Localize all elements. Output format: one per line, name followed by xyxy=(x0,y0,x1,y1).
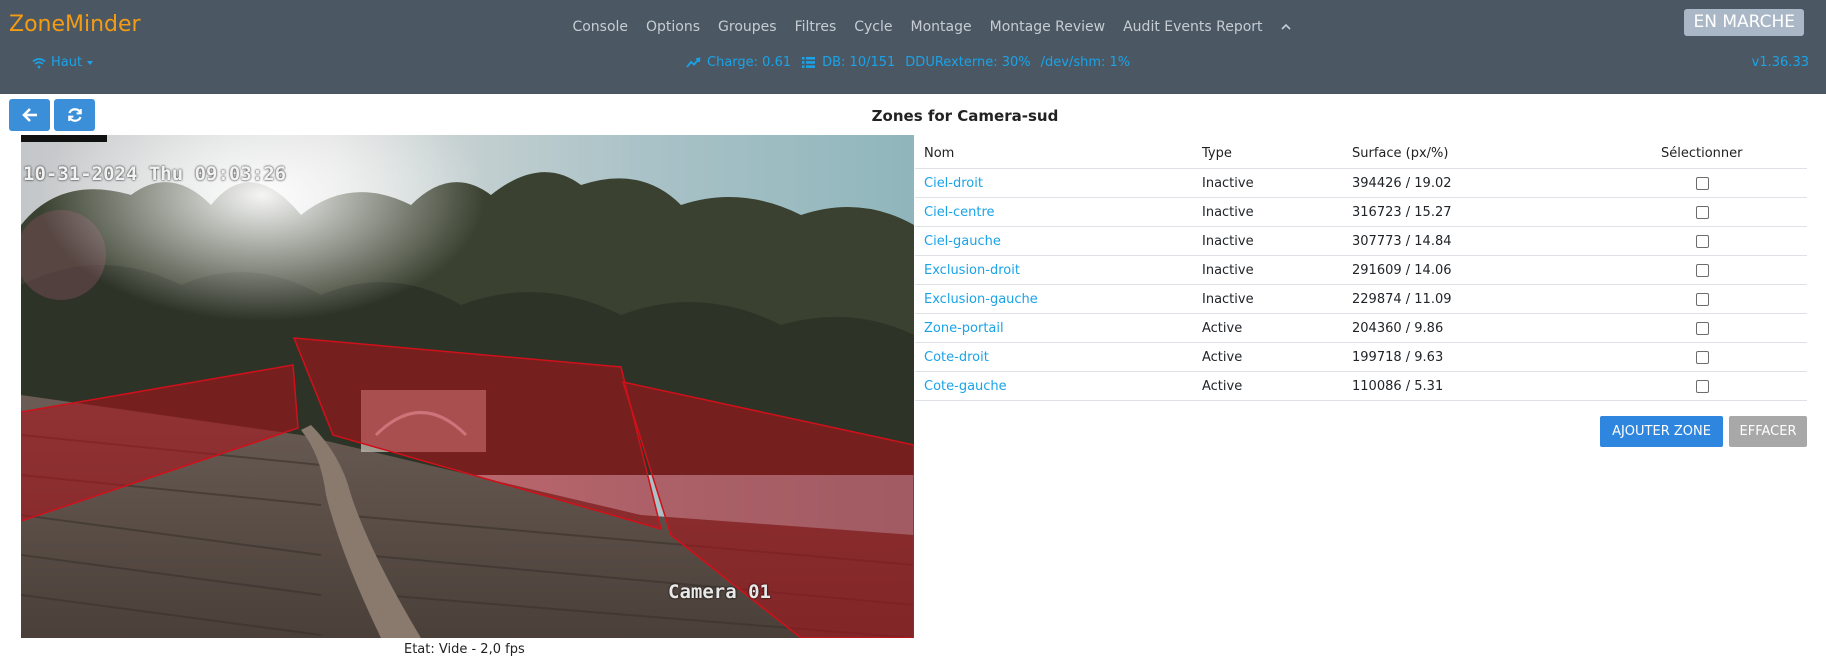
nav-montage-review[interactable]: Montage Review xyxy=(981,19,1115,35)
zone-type: Inactive xyxy=(1202,205,1254,220)
bandwidth-dropdown[interactable]: Haut xyxy=(32,55,94,70)
camera-name-overlay: Camera 01 xyxy=(668,581,771,603)
select-checkbox[interactable] xyxy=(1696,177,1709,190)
zone-link[interactable]: Zone-portail xyxy=(924,321,1004,336)
zone-type: Active xyxy=(1202,379,1243,394)
zone-area: 307773 / 14.84 xyxy=(1352,234,1452,249)
shm-value: /dev/shm: 1% xyxy=(1040,55,1131,70)
select-checkbox[interactable] xyxy=(1696,380,1709,393)
add-zone-button[interactable]: AJOUTER ZONE xyxy=(1600,416,1723,447)
zone-area: 229874 / 11.09 xyxy=(1352,292,1452,307)
disk-stat: DDURexterne: 30% xyxy=(905,55,1030,70)
zone-type: Inactive xyxy=(1202,176,1254,191)
table-row: Zone-portail Active 204360 / 9.86 xyxy=(915,314,1807,343)
select-checkbox[interactable] xyxy=(1696,293,1709,306)
wifi-icon xyxy=(32,57,46,68)
status-bar: Haut Charge: 0.61 DB: 10/151 DDURexterne… xyxy=(0,55,1826,77)
zones-table: Nom Type Surface (px/%) Sélectionner Cie… xyxy=(915,142,1807,401)
nav-groupes[interactable]: Groupes xyxy=(709,19,786,35)
chevron-up-icon[interactable] xyxy=(1272,20,1291,36)
camera-timestamp: 10-31-2024 Thu 09:03:26 xyxy=(23,163,287,185)
nav-cycle[interactable]: Cycle xyxy=(845,19,901,35)
zone-area: 199718 / 9.63 xyxy=(1352,350,1444,365)
nav-audit-events-report[interactable]: Audit Events Report xyxy=(1114,19,1271,35)
select-checkbox[interactable] xyxy=(1696,235,1709,248)
table-row: Ciel-gauche Inactive 307773 / 14.84 xyxy=(915,227,1807,256)
header-name[interactable]: Nom xyxy=(924,146,954,161)
run-state-button[interactable]: EN MARCHE xyxy=(1684,9,1804,36)
database-icon xyxy=(802,57,816,68)
zone-link[interactable]: Ciel-droit xyxy=(924,176,983,191)
header-area[interactable]: Surface (px/%) xyxy=(1352,146,1448,161)
load-value: Charge: 0.61 xyxy=(707,55,792,70)
select-checkbox[interactable] xyxy=(1696,206,1709,219)
select-checkbox[interactable] xyxy=(1696,351,1709,364)
zone-link[interactable]: Cote-droit xyxy=(924,350,989,365)
system-stats: Charge: 0.61 DB: 10/151 DDURexterne: 30%… xyxy=(686,55,1130,70)
zone-type: Inactive xyxy=(1202,263,1254,278)
zone-area: 204360 / 9.86 xyxy=(1352,321,1444,336)
db-stat: DB: 10/151 xyxy=(801,55,895,70)
table-row: Exclusion-droit Inactive 291609 / 14.06 xyxy=(915,256,1807,285)
nav-filtres[interactable]: Filtres xyxy=(786,19,846,35)
zone-type: Active xyxy=(1202,350,1243,365)
nav-options[interactable]: Options xyxy=(637,19,709,35)
table-row: Exclusion-gauche Inactive 229874 / 11.09 xyxy=(915,285,1807,314)
top-navbar: ZoneMinder Console Options Groupes Filtr… xyxy=(0,0,1826,94)
caret-down-icon xyxy=(87,60,94,65)
zone-type: Inactive xyxy=(1202,234,1254,249)
shm-stat: /dev/shm: 1% xyxy=(1041,55,1131,70)
header-type[interactable]: Type xyxy=(1202,146,1232,161)
camera-image[interactable]: 10-31-2024 Thu 09:03:26 Camera 01 xyxy=(21,135,914,638)
clear-button[interactable]: EFFACER xyxy=(1729,416,1807,447)
table-row: Cote-gauche Active 110086 / 5.31 xyxy=(915,372,1807,401)
version-label[interactable]: v1.36.33 xyxy=(1752,55,1809,70)
main-nav: Console Options Groupes Filtres Cycle Mo… xyxy=(0,16,1826,35)
zone-area: 291609 / 14.06 xyxy=(1352,263,1452,278)
select-checkbox[interactable] xyxy=(1696,322,1709,335)
zone-link[interactable]: Cote-gauche xyxy=(924,379,1007,394)
table-row: Ciel-centre Inactive 316723 / 15.27 xyxy=(915,198,1807,227)
zone-type: Inactive xyxy=(1202,292,1254,307)
disk-value: DDURexterne: 30% xyxy=(905,55,1031,70)
zone-link[interactable]: Exclusion-gauche xyxy=(924,292,1038,307)
bandwidth-label: Haut xyxy=(51,55,83,70)
db-value: DB: 10/151 xyxy=(822,55,896,70)
table-header: Nom Type Surface (px/%) Sélectionner xyxy=(915,142,1807,169)
page-title: Zones for Camera-sud xyxy=(871,107,1059,125)
osd-strip xyxy=(21,135,107,142)
load-stat: Charge: 0.61 xyxy=(686,55,791,70)
table-row: Ciel-droit Inactive 394426 / 19.02 xyxy=(915,169,1807,198)
header-select: Sélectionner xyxy=(1661,146,1743,161)
camera-status: Etat: Vide - 2,0 fps xyxy=(404,642,525,657)
camera-frame xyxy=(21,135,914,638)
zone-link[interactable]: Ciel-centre xyxy=(924,205,995,220)
table-row: Cote-droit Active 199718 / 9.63 xyxy=(915,343,1807,372)
select-checkbox[interactable] xyxy=(1696,264,1709,277)
zone-area: 316723 / 15.27 xyxy=(1352,205,1452,220)
nav-console[interactable]: Console xyxy=(563,19,637,35)
zone-area: 394426 / 19.02 xyxy=(1352,176,1452,191)
zone-type: Active xyxy=(1202,321,1243,336)
zone-link[interactable]: Exclusion-droit xyxy=(924,263,1020,278)
zone-link[interactable]: Ciel-gauche xyxy=(924,234,1001,249)
chart-line-icon xyxy=(686,57,701,68)
zone-area: 110086 / 5.31 xyxy=(1352,379,1444,394)
nav-montage[interactable]: Montage xyxy=(902,19,981,35)
